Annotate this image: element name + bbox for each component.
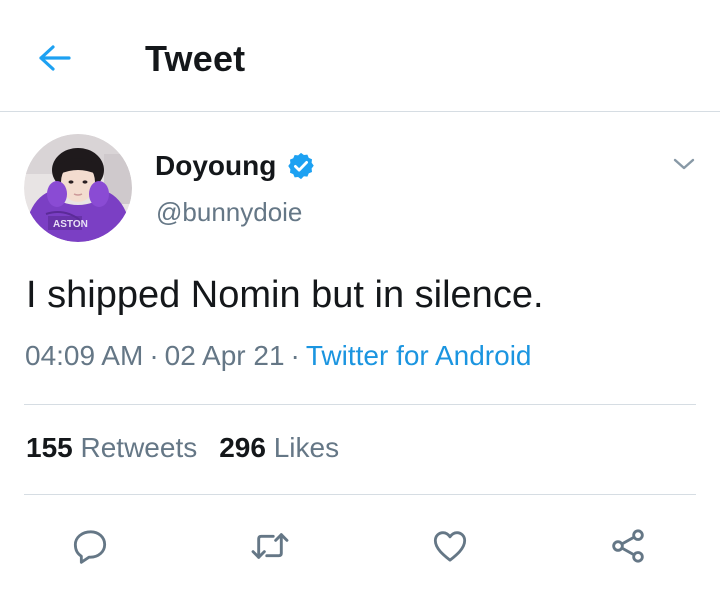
heart-icon (433, 531, 467, 562)
tweet-text: I shipped Nomin but in silence. (26, 274, 544, 316)
page-title: Tweet (145, 38, 246, 79)
retweets-label: Retweets (80, 432, 198, 463)
tweet-meta: 04:09 AM · 02 Apr 21 · Twitter for Android (25, 340, 532, 372)
share-icon (612, 529, 644, 563)
divider (24, 494, 696, 495)
avatar[interactable]: ASTON (24, 134, 132, 242)
share-button[interactable] (606, 524, 650, 568)
meta-separator: · (290, 340, 300, 371)
tweet-detail-page: Tweet ASTON Doyoung @bunnydoie I shipped… (0, 0, 720, 604)
author-name-row[interactable]: Doyoung (155, 146, 316, 186)
tweet-date: 02 Apr 21 (164, 340, 285, 371)
user-handle[interactable]: @bunnydoie (156, 197, 302, 228)
retweets-stat[interactable]: 155 Retweets (26, 432, 197, 464)
tweet-time: 04:09 AM (25, 340, 144, 371)
meta-separator: · (149, 340, 159, 371)
arrow-left-icon (39, 45, 71, 71)
avatar-print-text: ASTON (53, 219, 88, 230)
tweet-source-link[interactable]: Twitter for Android (306, 340, 532, 371)
verified-badge-icon (286, 151, 316, 181)
likes-count: 296 (219, 432, 266, 463)
retweets-count: 155 (26, 432, 73, 463)
likes-stat[interactable]: 296 Likes (219, 432, 339, 464)
retweet-icon (251, 533, 289, 559)
tweet-stats: 155 Retweets 296 Likes (26, 432, 339, 464)
retweet-button[interactable] (248, 524, 292, 568)
chevron-down-icon (673, 158, 695, 170)
reply-icon (73, 530, 107, 564)
back-button[interactable] (28, 36, 80, 80)
reply-button[interactable] (68, 524, 112, 568)
like-button[interactable] (428, 524, 472, 568)
avatar-image: ASTON (24, 134, 132, 242)
display-name: Doyoung (155, 150, 277, 181)
divider (24, 404, 696, 405)
likes-label: Likes (273, 432, 340, 463)
tweet-menu-button[interactable] (666, 148, 702, 180)
app-header: Tweet (0, 0, 720, 112)
